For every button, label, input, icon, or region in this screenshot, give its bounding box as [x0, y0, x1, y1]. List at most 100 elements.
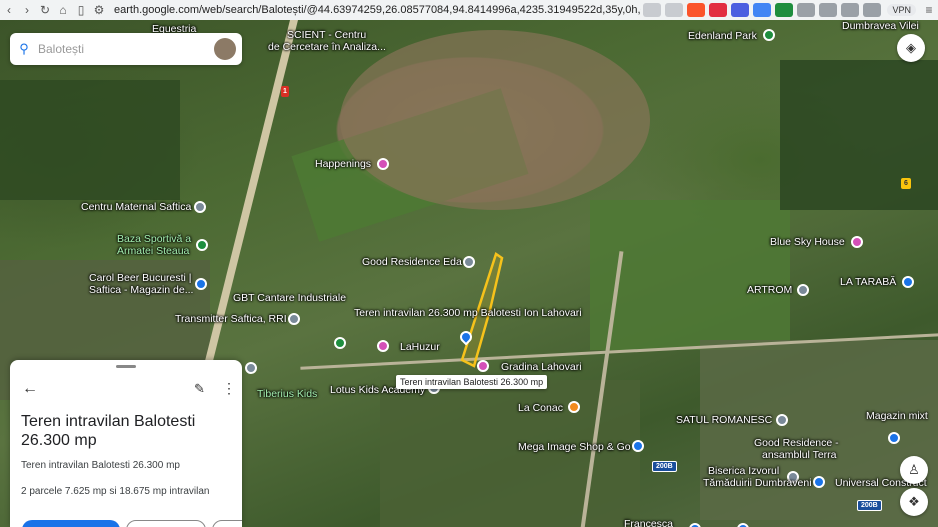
hotel-poi-icon[interactable]	[851, 236, 863, 248]
forward-icon[interactable]: ›	[18, 3, 36, 17]
share-icon[interactable]	[665, 3, 684, 17]
compass-button[interactable]: ❖	[900, 488, 928, 516]
road-number-sign: 200B	[652, 461, 677, 472]
map-label[interactable]: Good Residence -	[754, 437, 839, 449]
shop-poi-icon[interactable]	[813, 476, 825, 488]
field-patch	[0, 80, 180, 200]
map-label[interactable]: Baza Sportivă a	[117, 233, 191, 245]
back-icon[interactable]: ‹	[0, 3, 18, 17]
map-label[interactable]: Francesca	[624, 518, 673, 527]
map-label[interactable]: de Cercetare în Analiza...	[268, 41, 386, 53]
browser-toolbar: ‹ › ↻ ⌂ ▯ ⚙ earth.google.com/web/search/…	[0, 0, 938, 21]
shop-poi-icon[interactable]	[888, 432, 900, 444]
map-label[interactable]: Transmitter Saftica, RRI	[175, 313, 287, 325]
map-label[interactable]: La Conac	[518, 402, 563, 414]
shop-poi-icon[interactable]	[689, 523, 701, 527]
vpn-button[interactable]: VPN	[887, 4, 916, 16]
map-label[interactable]: Gradina Lahovari	[501, 361, 582, 373]
rewards-icon[interactable]	[709, 3, 728, 17]
map-label[interactable]: SCIENT - Centru	[287, 29, 366, 41]
menu-icon[interactable]: ≡	[920, 3, 938, 17]
secondary-action-button[interactable]	[126, 520, 206, 527]
more-vert-icon[interactable]: ⋮	[222, 380, 236, 397]
poi-icon[interactable]	[463, 256, 475, 268]
poi-icon[interactable]	[288, 313, 300, 325]
map-label[interactable]: LA TARABĂ	[840, 276, 896, 288]
search-input[interactable]: Balotești	[38, 42, 214, 56]
map-label[interactable]: SATUL ROMANESC	[676, 414, 772, 426]
wallet-icon[interactable]	[841, 3, 860, 17]
back-arrow-icon[interactable]: ←	[22, 380, 38, 398]
panel-details: 2 parcele 7.625 mp si 18.675 mp intravil…	[21, 486, 210, 497]
map-label[interactable]: Good Residence Eda	[362, 256, 462, 268]
hotel-poi-icon[interactable]	[477, 360, 489, 372]
avatar[interactable]	[214, 38, 236, 60]
map-label[interactable]: Armatei Steaua	[117, 245, 189, 257]
poi-icon[interactable]	[194, 201, 206, 213]
map-label[interactable]: Dumbravea Vilei	[842, 20, 919, 32]
map-label[interactable]: GBT Cantare Industriale	[233, 292, 346, 304]
poi-icon[interactable]	[245, 362, 257, 374]
shop-poi-icon[interactable]	[632, 440, 644, 452]
road-number-sign: 6	[901, 178, 911, 189]
panel-title: Teren intravilan Balotesti 26.300 mp	[21, 413, 196, 449]
poi-icon[interactable]	[776, 414, 788, 426]
bookmark-icon[interactable]: ▯	[72, 3, 90, 17]
map-label[interactable]: Centru Maternal Saftica	[81, 201, 191, 213]
drag-handle[interactable]	[116, 365, 136, 368]
hotel-poi-icon[interactable]	[377, 340, 389, 352]
layers-button[interactable]: ◈	[897, 34, 925, 62]
map-label[interactable]: Magazin mixt	[866, 410, 928, 422]
reload-icon[interactable]: ↻	[36, 3, 54, 17]
extensions-icon[interactable]	[797, 3, 816, 17]
sidebar-icon[interactable]	[819, 3, 838, 17]
sport-poi-icon[interactable]	[196, 239, 208, 251]
shop-poi-icon[interactable]	[902, 276, 914, 288]
info-panel: ← ✎ ⋮ Teren intravilan Balotesti 26.300 …	[10, 360, 242, 527]
address-bar[interactable]: earth.google.com/web/search/Balotești/@4…	[114, 4, 641, 16]
panel-description: Teren intravilan Balotesti 26.300 mp	[21, 460, 180, 471]
map-label[interactable]: Carol Beer Bucuresti |	[89, 272, 192, 284]
extension-green-icon[interactable]	[775, 3, 794, 17]
map-label[interactable]: Blue Sky House	[770, 236, 845, 248]
site-info-icon[interactable]: ⚙	[90, 3, 108, 17]
cast-icon[interactable]	[643, 3, 662, 17]
map-label[interactable]: Mega Image Shop & Go	[518, 441, 631, 453]
map-label[interactable]: Edenland Park	[688, 30, 757, 42]
map-label[interactable]: Biserica Izvorul	[708, 465, 779, 477]
shop-poi-icon[interactable]	[737, 523, 749, 527]
pencil-icon[interactable]: ✎	[194, 381, 205, 397]
tertiary-action-button[interactable]	[212, 520, 242, 527]
poi-icon[interactable]	[334, 337, 346, 349]
brave-shield-icon[interactable]	[687, 3, 706, 17]
restaurant-poi-icon[interactable]	[568, 401, 580, 413]
field-patch	[780, 60, 938, 210]
parcel-tooltip: Teren intravilan Balotesti 26.300 mp	[396, 375, 548, 389]
pegman-icon: ♙	[908, 462, 920, 477]
road-number-sign: 200B	[857, 500, 882, 511]
map-label[interactable]: Happenings	[315, 158, 371, 170]
road-number-sign: 1	[281, 86, 289, 97]
map-label[interactable]: Tămăduirii Dumbraveni	[703, 477, 812, 489]
map-label[interactable]: ARTROM	[747, 284, 792, 296]
zoom-extension-icon[interactable]	[731, 3, 750, 17]
event-poi-icon[interactable]	[377, 158, 389, 170]
translate-icon[interactable]	[753, 3, 772, 17]
home-icon[interactable]: ⌂	[54, 3, 72, 17]
park-poi-icon[interactable]	[763, 29, 775, 41]
shop-poi-icon[interactable]	[195, 278, 207, 290]
compass-icon: ❖	[908, 494, 920, 509]
map-label[interactable]: ansamblul Terra	[762, 449, 837, 461]
layers-icon: ◈	[906, 40, 916, 55]
map-label[interactable]: Saftica - Magazin de...	[89, 284, 193, 296]
primary-action-button[interactable]	[22, 520, 120, 527]
search-box[interactable]: ⚲ Balotești	[10, 33, 242, 65]
poi-icon[interactable]	[797, 284, 809, 296]
map-label[interactable]: LaHuzur	[400, 341, 440, 353]
search-icon[interactable]: ⚲	[10, 41, 38, 57]
leo-icon[interactable]	[863, 3, 882, 17]
map-label[interactable]: Teren intravilan 26.300 mp Balotesti Ion…	[354, 307, 582, 319]
map-label[interactable]: Tiberius Kids	[257, 388, 317, 400]
pegman-button[interactable]: ♙	[900, 456, 928, 484]
river-bed	[340, 30, 650, 210]
